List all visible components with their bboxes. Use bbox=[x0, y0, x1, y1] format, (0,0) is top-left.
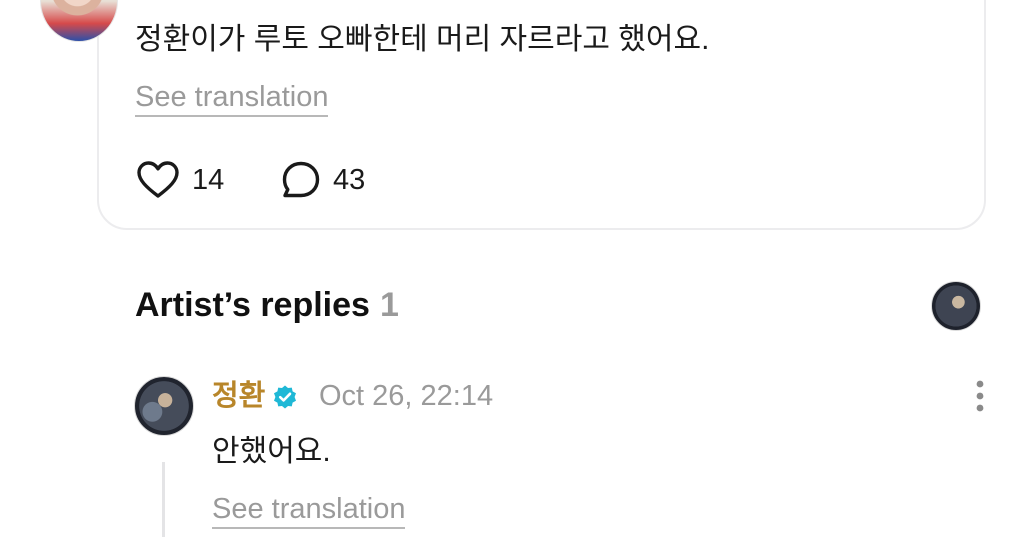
vertical-ellipsis-icon bbox=[966, 380, 994, 418]
like-button[interactable]: 14 bbox=[136, 160, 224, 200]
post-see-translation-link[interactable]: See translation bbox=[135, 80, 329, 117]
reply-author-name[interactable]: 정환 bbox=[212, 376, 265, 416]
comment-count: 43 bbox=[333, 163, 366, 196]
reply-timestamp: Oct 26, 22:14 bbox=[319, 380, 494, 412]
reply-author-avatar[interactable] bbox=[134, 376, 194, 436]
more-options-button[interactable] bbox=[966, 378, 994, 414]
post-body-text: 정환이가 루토 오빠한테 머리 자르라고 했어요. bbox=[135, 23, 710, 56]
fan-post-screen: 정환이가 루토 오빠한테 머리 자르라고 했어요. See translatio… bbox=[0, 0, 1024, 537]
reply-body-text: 안했어요. bbox=[212, 435, 331, 468]
artist-replies-title: Artist’s replies bbox=[135, 286, 370, 324]
artist-avatar-small[interactable] bbox=[931, 281, 981, 331]
reply-see-translation-link[interactable]: See translation bbox=[212, 492, 406, 529]
artist-replies-count: 1 bbox=[379, 286, 399, 324]
heart-outline-icon bbox=[136, 160, 180, 200]
reply-thread-line bbox=[162, 462, 165, 537]
like-count: 14 bbox=[192, 163, 225, 196]
comment-button[interactable]: 43 bbox=[281, 160, 365, 200]
speech-bubble-icon bbox=[281, 160, 321, 200]
verified-check-icon bbox=[272, 384, 298, 410]
artist-replies-heading: Artist’s replies 1 bbox=[135, 283, 399, 327]
